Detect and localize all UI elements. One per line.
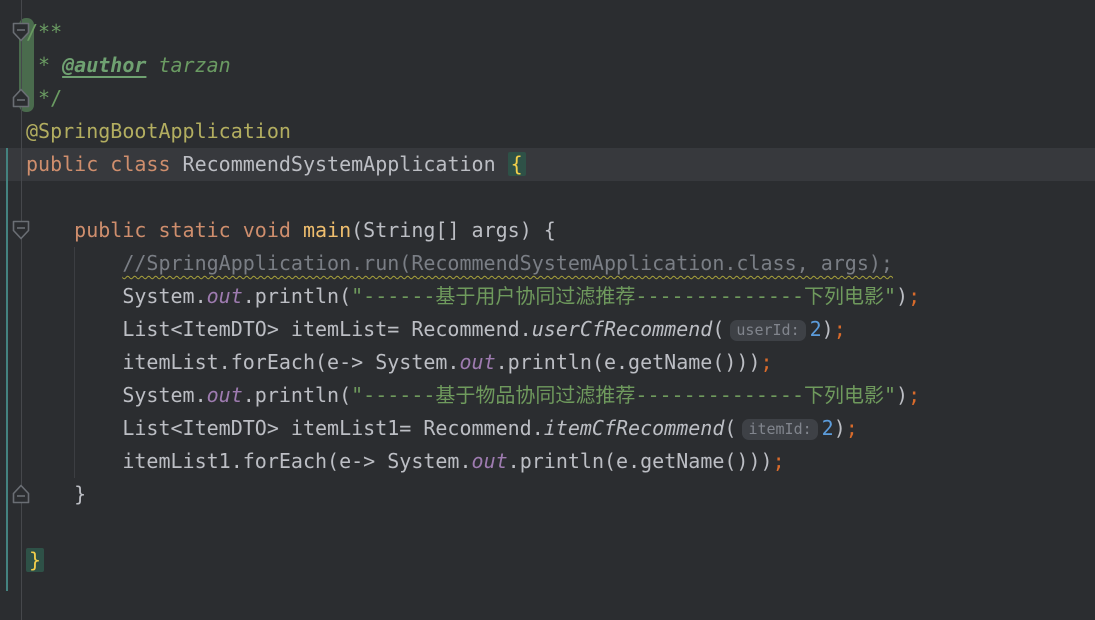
code-token: ;	[846, 416, 858, 440]
code-token: itemCfRecommend	[544, 416, 725, 440]
code-token: System.	[26, 383, 207, 407]
code-token: main	[303, 218, 351, 242]
code-token: userCfRecommend	[532, 317, 713, 341]
code-token: .println(	[243, 383, 351, 407]
code-line[interactable]: }	[26, 544, 920, 577]
code-line[interactable]	[26, 511, 920, 544]
code-editor: /** * @author tarzan */ @SpringBootApplic…	[0, 0, 1095, 620]
code-line[interactable]: }	[26, 478, 920, 511]
code-token: List<ItemDTO> itemList= Recommend.	[26, 317, 532, 341]
code-token: ;	[773, 449, 785, 473]
code-token: @author	[62, 53, 146, 77]
code-token: 2	[822, 416, 834, 440]
code-token: @SpringBootApplication	[26, 119, 291, 143]
code-line[interactable]	[26, 181, 920, 214]
code-token: */	[26, 86, 62, 110]
code-line[interactable]: @SpringBootApplication	[26, 115, 920, 148]
code-token: {	[508, 152, 526, 176]
code-line[interactable]: System.out.println("------基于用户协同过滤推荐----…	[26, 280, 920, 313]
code-area[interactable]: /** * @author tarzan */ @SpringBootApplic…	[26, 16, 920, 577]
code-token: *	[26, 53, 62, 77]
code-line[interactable]: List<ItemDTO> itemList1= Recommend.itemC…	[26, 412, 920, 445]
code-token: }	[26, 482, 86, 506]
code-token: out	[207, 284, 243, 308]
code-token: public static void	[74, 218, 303, 242]
code-token: "------基于用户协同过滤推荐--------------下列电影"	[351, 284, 896, 308]
vcs-modified-marker[interactable]	[6, 148, 8, 591]
code-token: out	[207, 383, 243, 407]
code-token: "------基于物品协同过滤推荐--------------下列电影"	[351, 383, 896, 407]
code-token: itemList.forEach(e-> System.	[26, 350, 459, 374]
code-line[interactable]: List<ItemDTO> itemList= Recommend.userCf…	[26, 313, 920, 346]
code-token: out	[472, 449, 508, 473]
code-token: itemList1.forEach(e-> System.	[26, 449, 472, 473]
code-line[interactable]: /**	[26, 16, 920, 49]
code-line[interactable]: System.out.println("------基于物品协同过滤推荐----…	[26, 379, 920, 412]
code-token: /**	[26, 20, 62, 44]
code-token: .println(e.getName()))	[508, 449, 773, 473]
code-token: ;	[761, 350, 773, 374]
code-line[interactable]: * @author tarzan	[26, 49, 920, 82]
code-token: .println(e.getName()))	[496, 350, 761, 374]
code-token	[26, 218, 74, 242]
code-token: (	[724, 416, 736, 440]
code-token: (	[712, 317, 724, 341]
code-token: //SpringApplication.run(RecommendSystemA…	[122, 251, 893, 275]
code-token: ;	[908, 284, 920, 308]
code-line[interactable]: itemList1.forEach(e-> System.out.println…	[26, 445, 920, 478]
code-line[interactable]: itemList.forEach(e-> System.out.println(…	[26, 346, 920, 379]
code-token: RecommendSystemApplication	[171, 152, 508, 176]
code-token: 2	[810, 317, 822, 341]
parameter-hint-inlay: itemId:	[742, 419, 817, 440]
code-token	[146, 53, 158, 77]
code-line[interactable]: //SpringApplication.run(RecommendSystemA…	[26, 247, 920, 280]
code-token: ;	[908, 383, 920, 407]
code-token: .println(	[243, 284, 351, 308]
code-line[interactable]: */	[26, 82, 920, 115]
code-token: ;	[834, 317, 846, 341]
code-line[interactable]: public static void main(String[] args) {	[26, 214, 920, 247]
code-token: out	[459, 350, 495, 374]
code-token: }	[26, 548, 44, 572]
fold-end-icon[interactable]	[12, 482, 30, 506]
fold-start-icon[interactable]	[12, 20, 30, 44]
code-token: )	[834, 416, 846, 440]
fold-start-icon[interactable]	[12, 218, 30, 242]
code-token: tarzan	[158, 53, 230, 77]
code-line[interactable]: public class RecommendSystemApplication …	[26, 148, 920, 181]
code-token: )	[896, 383, 908, 407]
code-token	[26, 251, 122, 275]
code-token: (String[] args) {	[351, 218, 556, 242]
code-token: List<ItemDTO> itemList1= Recommend.	[26, 416, 544, 440]
code-token: public class	[26, 152, 171, 176]
parameter-hint-inlay: userId:	[730, 320, 805, 341]
code-token: )	[822, 317, 834, 341]
code-token: System.	[26, 284, 207, 308]
code-token: )	[896, 284, 908, 308]
fold-end-icon[interactable]	[12, 86, 30, 110]
